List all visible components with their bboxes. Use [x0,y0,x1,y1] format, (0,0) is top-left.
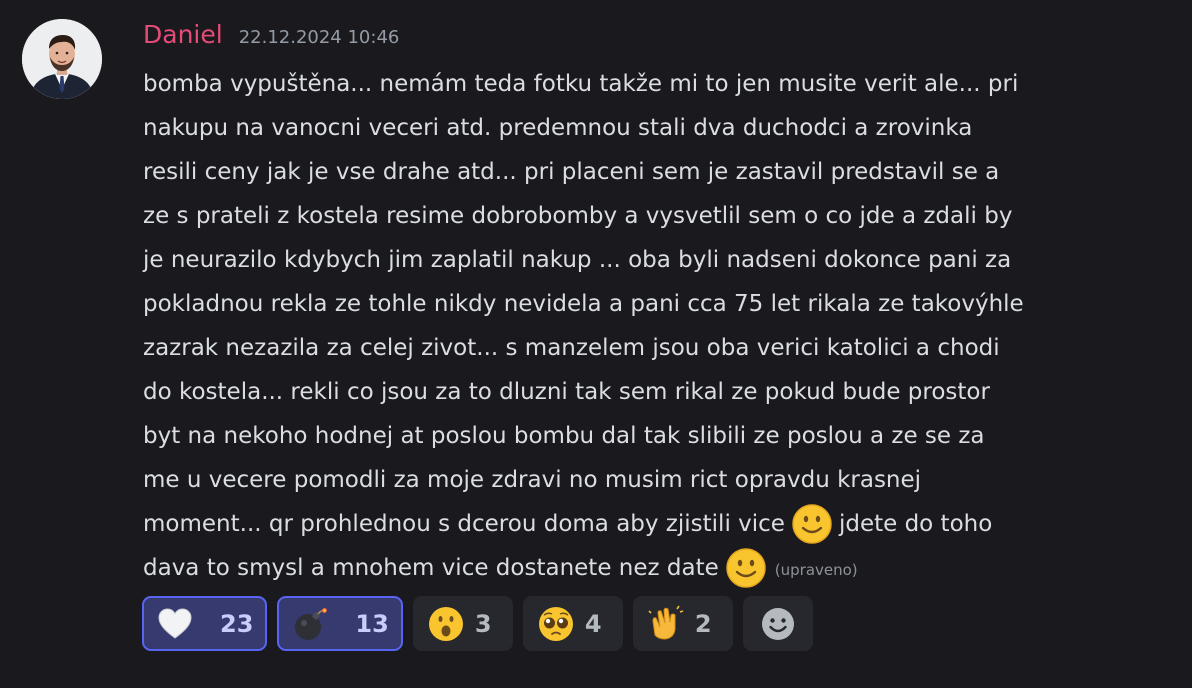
message-line: bomba vypuštěna... nemám teda fotku takž… [143,71,1019,97]
face-with-open-mouth-icon [427,605,465,643]
message-line: do kostela... rekli co jsou za to dluzni… [143,379,990,405]
slightly-smiling-face-icon[interactable] [725,547,767,589]
message-header: Daniel 22.12.2024 10:46 [143,20,399,56]
reactions-bar: 23 13 3 4 2 [142,596,813,651]
reaction-white-heart[interactable]: 23 [142,596,268,651]
message-line: me u vecere pomodli za moje zdravi no mu… [143,467,922,493]
add-reaction-button[interactable] [742,596,813,651]
chat-message: Daniel 22.12.2024 10:46 bomba vypuštěna.… [0,0,1192,688]
reaction-bomb[interactable]: 13 [277,596,403,651]
message-line: dava to smysl a mnohem vice dostanete ne… [143,546,1173,590]
message-line: pokladnou rekla ze tohle nikdy nevidela … [143,291,1024,317]
reaction-count: 23 [220,609,254,638]
white-heart-icon [156,605,194,643]
message-line: byt na nekoho hodnej at poslou bombu dal… [143,423,985,449]
message-line: moment... qr prohlednou s dcerou doma ab… [143,502,1173,546]
pleading-face-icon [537,605,575,643]
reaction-count: 4 [584,609,602,638]
reaction-count: 13 [355,609,389,638]
clapping-hands-icon [647,605,685,643]
reaction-face-with-open-mouth[interactable]: 3 [412,596,513,651]
author-name[interactable]: Daniel [143,20,223,49]
reaction-count: 2 [694,609,712,638]
message-line: zazrak nezazila za celej zivot... s manz… [143,335,1000,361]
slightly-smiling-face-icon[interactable] [791,503,833,545]
message-text: jdete do toho [838,511,993,537]
message-line: resili ceny jak je vse drahe atd... pri … [143,159,1000,185]
reaction-clapping-hands[interactable]: 2 [632,596,733,651]
message-line: ze s prateli z kostela resime dobrobomby… [143,203,1013,229]
reaction-count: 3 [474,609,492,638]
message-line: nakupu na vanocni veceri atd. predemnou … [143,115,973,141]
reaction-pleading-face[interactable]: 4 [522,596,623,651]
avatar-image [22,19,102,99]
message-text: moment... qr prohlednou s dcerou doma ab… [143,511,785,537]
bomb-icon [291,605,329,643]
timestamp[interactable]: 22.12.2024 10:46 [239,27,400,48]
avatar[interactable] [22,19,102,99]
message-line: je neurazilo kdybych jim zaplatil nakup … [143,247,1012,273]
add-reaction-icon [759,605,797,643]
message-text: dava to smysl a mnohem vice dostanete ne… [143,555,719,581]
edited-label: (upraveno) [774,561,858,579]
message-content: bomba vypuštěna... nemám teda fotku takž… [143,62,1173,590]
